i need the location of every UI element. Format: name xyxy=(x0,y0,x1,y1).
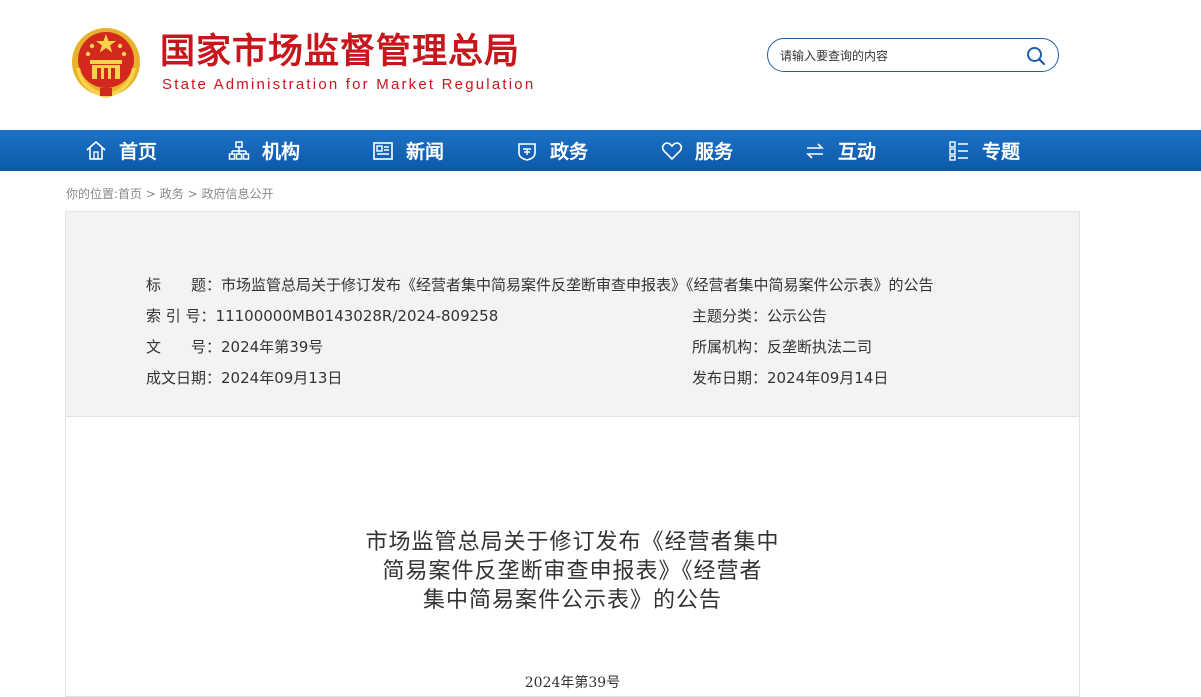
article-doc-number: 2024年第39号 xyxy=(524,675,621,691)
breadcrumb-info-disclosure[interactable]: 政府信息公开 xyxy=(202,187,274,201)
list-grid-icon xyxy=(949,140,968,161)
heart-icon xyxy=(661,141,683,160)
nav-item-org[interactable]: 机构 xyxy=(228,130,300,171)
meta-title-row: 标 题：市场监管总局关于修订发布《经营者集中简易案件反垄断审查申报表》《经营者集… xyxy=(146,274,934,295)
meta-publish-date-row: 发布日期：2024年09月14日 xyxy=(692,367,888,388)
main-nav: 首页 机构 新闻 政务 服务 互动 专题 xyxy=(0,130,1201,171)
nav-item-label: 专题 xyxy=(982,141,1021,163)
nav-item-topics[interactable]: 专题 xyxy=(948,130,1020,171)
site-header: 国家市场监督管理总局 State Administration for Mark… xyxy=(0,0,1201,130)
nav-item-news[interactable]: 新闻 xyxy=(372,130,444,171)
nav-item-label: 首页 xyxy=(119,141,158,163)
meta-index-value: 11100000MB0143028R/2024-809258 xyxy=(215,307,499,325)
breadcrumb-government[interactable]: 政务 xyxy=(160,187,184,201)
breadcrumb-prefix: 你的位置: xyxy=(66,187,119,201)
national-emblem-icon[interactable] xyxy=(70,24,142,100)
meta-org-label: 所属机构： xyxy=(692,338,768,356)
article-title: 市场监管总局关于修订发布《经营者集中 简易案件反垄断审查申报表》《经营者 集中简… xyxy=(66,528,1079,615)
nav-item-home[interactable]: 首页 xyxy=(85,130,157,171)
meta-org-value: 反垄断执法二司 xyxy=(767,338,873,356)
meta-publish-date-value: 2024年09月14日 xyxy=(767,369,889,387)
breadcrumb: 你的位置:首页 > 政务 > 政府信息公开 xyxy=(66,185,274,202)
meta-index-label: 索 引 号： xyxy=(146,307,216,325)
home-icon xyxy=(86,140,106,160)
org-chart-icon xyxy=(228,140,250,160)
nav-item-label: 服务 xyxy=(695,141,734,163)
search-icon[interactable] xyxy=(1026,46,1046,66)
nav-item-government[interactable]: 政务 xyxy=(516,130,588,171)
breadcrumb-separator: > xyxy=(187,187,198,201)
shield-icon xyxy=(518,142,536,161)
site-subtitle[interactable]: State Administration for Market Regulati… xyxy=(162,76,535,93)
meta-docno-row: 文 号：2024年第39号 xyxy=(146,336,323,357)
meta-title-value: 市场监管总局关于修订发布《经营者集中简易案件反垄断审查申报表》《经营者集中简易案… xyxy=(221,276,934,294)
meta-docno-value: 2024年第39号 xyxy=(221,338,324,356)
meta-category-row: 主题分类：公示公告 xyxy=(692,305,827,326)
meta-written-date-label: 成文日期： xyxy=(146,369,222,387)
article-title-line: 市场监管总局关于修订发布《经营者集中 xyxy=(365,530,780,555)
meta-category-value: 公示公告 xyxy=(767,307,828,325)
nav-item-label: 互动 xyxy=(838,141,877,163)
meta-category-label: 主题分类： xyxy=(692,307,768,325)
document-panel: 标 题：市场监管总局关于修订发布《经营者集中简易案件反垄断审查申报表》《经营者集… xyxy=(65,211,1080,697)
nav-item-label: 机构 xyxy=(262,141,301,163)
meta-docno-label: 文 号： xyxy=(146,338,222,356)
document-meta: 标 题：市场监管总局关于修订发布《经营者集中简易案件反垄断审查申报表》《经营者集… xyxy=(66,212,1079,417)
meta-org-row: 所属机构：反垄断执法二司 xyxy=(692,336,872,357)
meta-written-date-row: 成文日期：2024年09月13日 xyxy=(146,367,342,388)
article-title-line: 集中简易案件公示表》的公告 xyxy=(422,588,722,613)
meta-publish-date-label: 发布日期： xyxy=(692,369,768,387)
nav-item-interaction[interactable]: 互动 xyxy=(804,130,876,171)
article-title-line: 简易案件反垄断审查申报表》《经营者 xyxy=(382,559,763,584)
nav-item-label: 新闻 xyxy=(406,141,445,163)
meta-written-date-value: 2024年09月13日 xyxy=(221,369,343,387)
nav-item-service[interactable]: 服务 xyxy=(661,130,733,171)
news-icon xyxy=(373,141,393,160)
meta-title-label: 标 题： xyxy=(146,276,222,294)
breadcrumb-home[interactable]: 首页 xyxy=(118,187,142,201)
site-title[interactable]: 国家市场监督管理总局 xyxy=(160,30,520,74)
breadcrumb-separator: > xyxy=(145,187,156,201)
exchange-arrows-icon xyxy=(806,142,824,159)
search-box xyxy=(767,38,1059,72)
nav-item-label: 政务 xyxy=(550,141,589,163)
search-input[interactable] xyxy=(780,46,1020,66)
meta-index-row: 索 引 号：11100000MB0143028R/2024-809258 xyxy=(146,305,498,326)
